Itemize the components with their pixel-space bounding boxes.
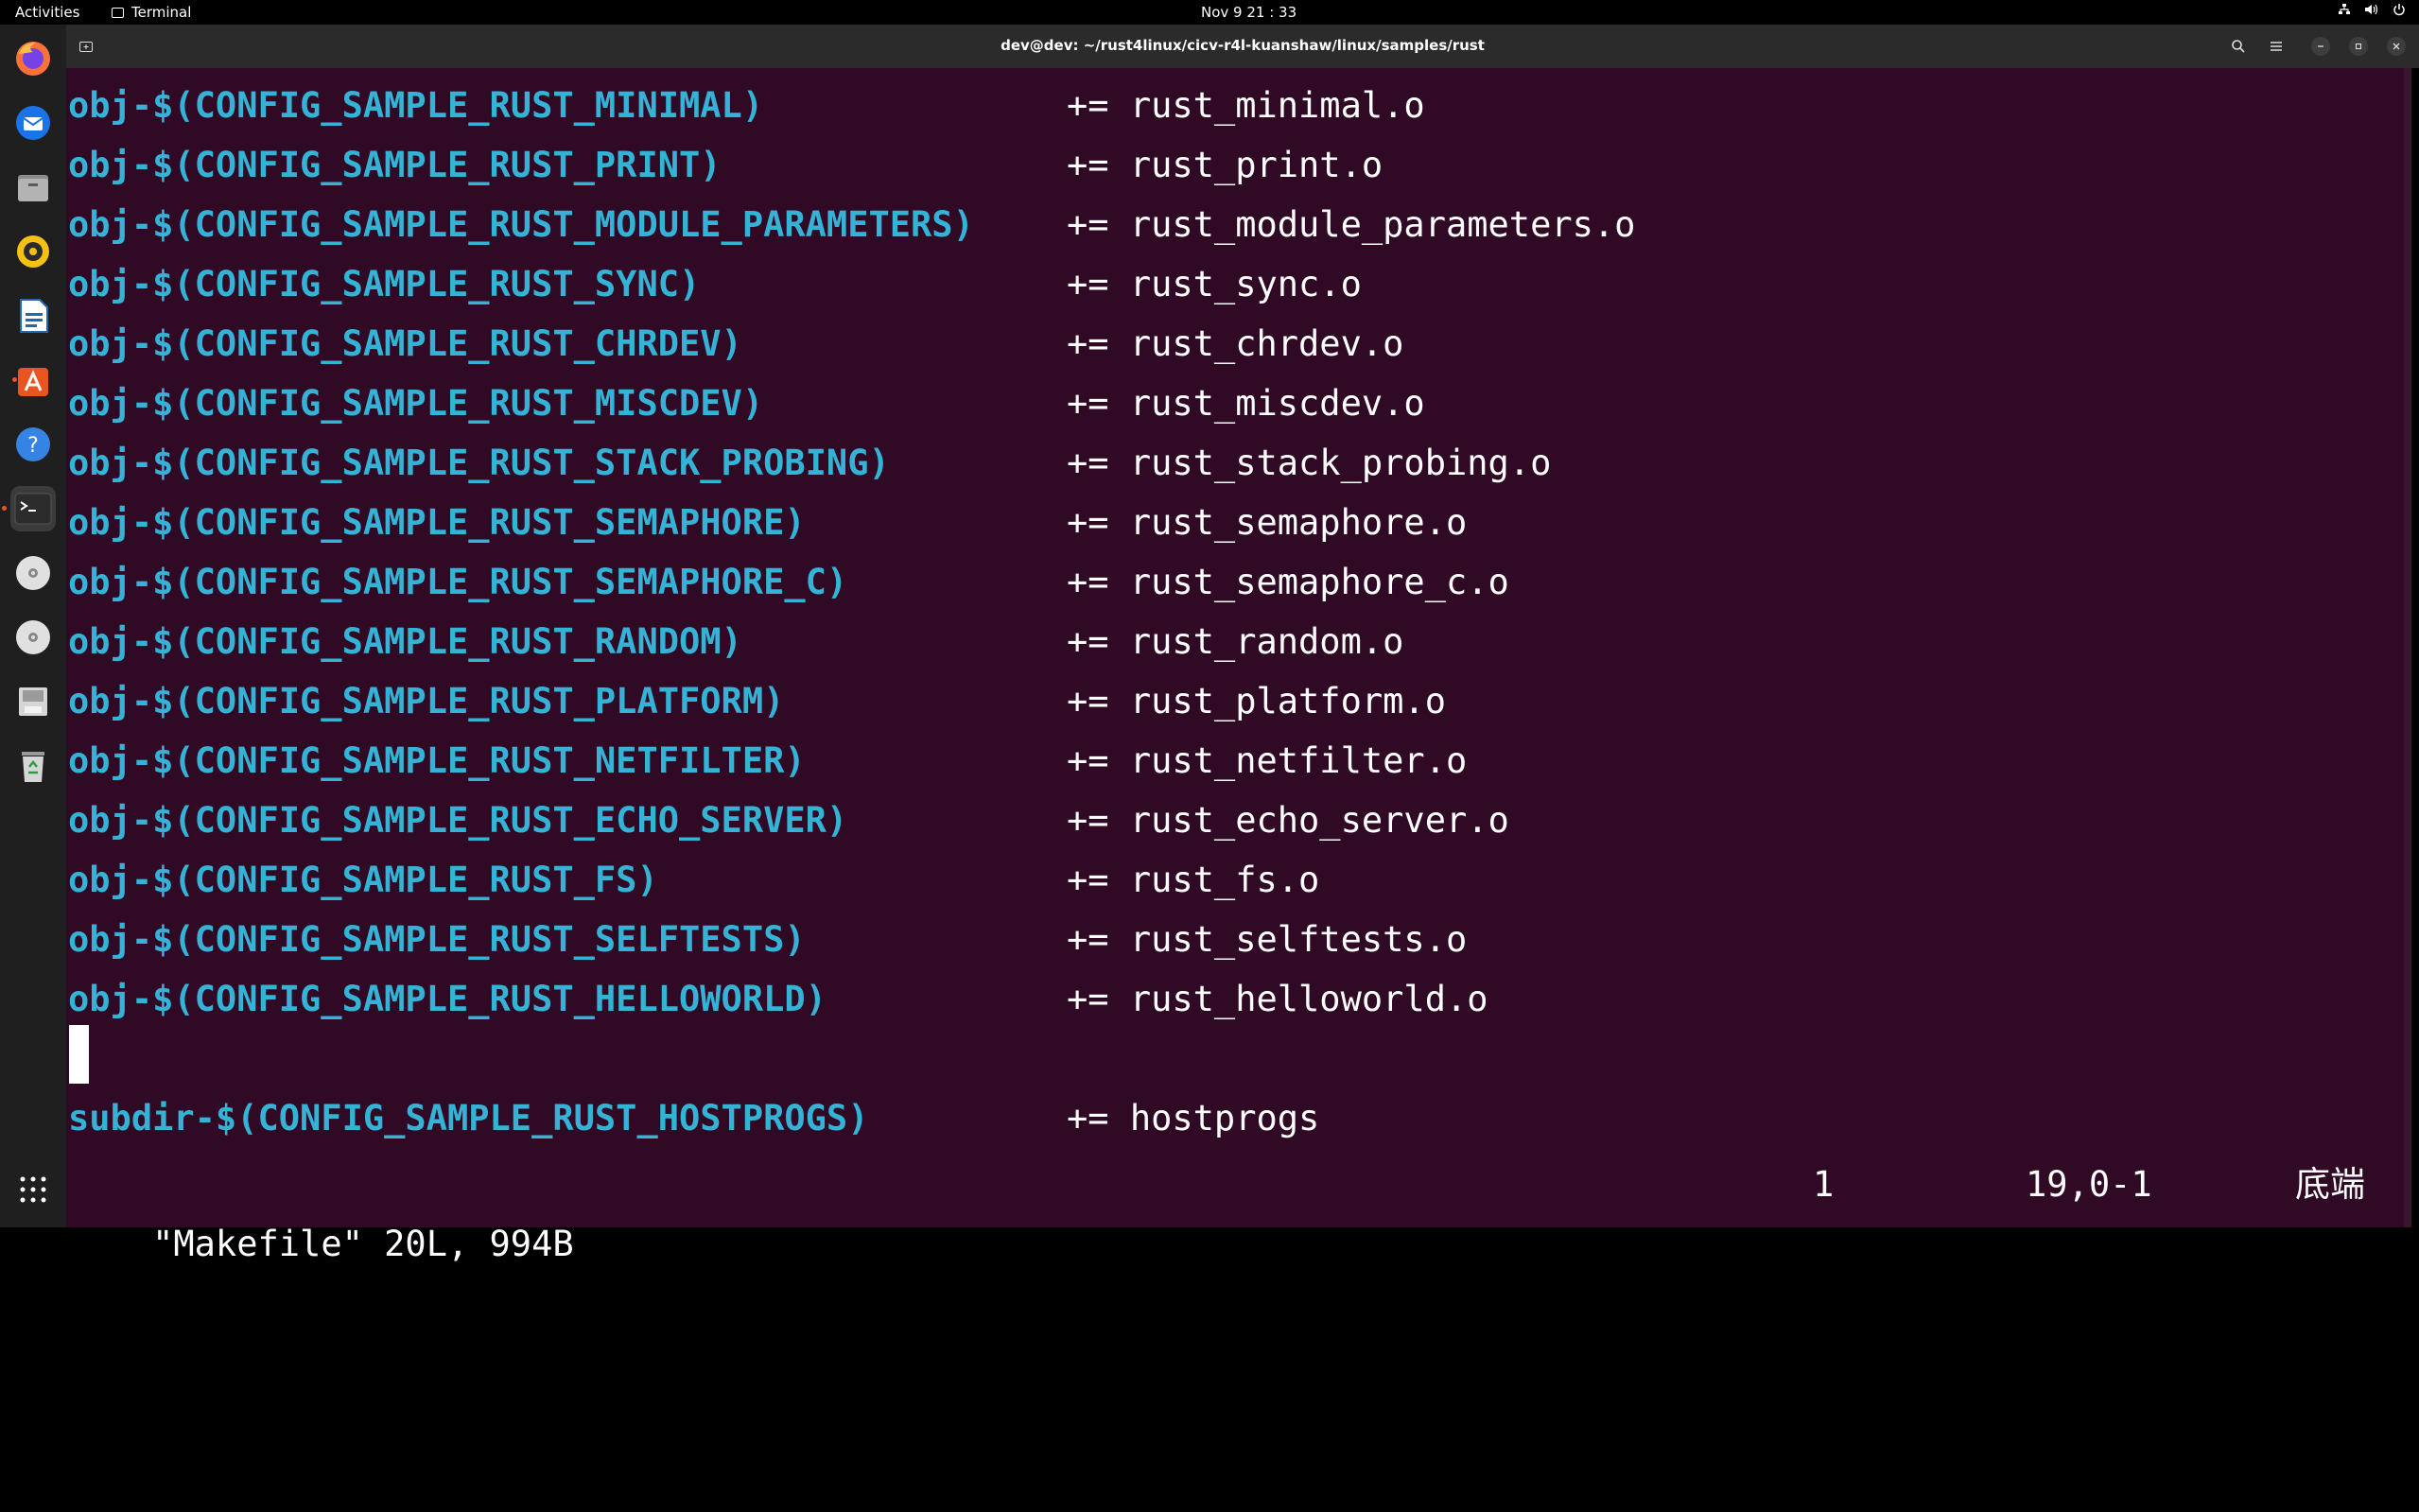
code-line: obj-$(CONFIG_SAMPLE_RUST_STACK_PROBING) +… <box>68 433 1551 493</box>
make-assignment: += rust_echo_server.o <box>1067 800 1509 841</box>
rhythmbox-icon[interactable] <box>10 229 56 274</box>
code-line: subdir-$(CONFIG_SAMPLE_RUST_HOSTPROGS) +=… <box>68 1088 1319 1148</box>
window-title: dev@dev: ~/rust4linux/cicv-r4l-kuanshaw/… <box>1001 37 1485 54</box>
close-button[interactable] <box>2387 37 2406 56</box>
svg-text:?: ? <box>27 434 39 458</box>
thunderbird-icon[interactable] <box>10 100 56 146</box>
make-variable: obj-$(CONFIG_SAMPLE_RUST_SYNC) <box>68 264 701 304</box>
files-icon[interactable] <box>10 165 56 210</box>
make-variable: obj-$(CONFIG_SAMPLE_RUST_FS) <box>68 860 658 900</box>
code-line: obj-$(CONFIG_SAMPLE_RUST_MINIMAL) += rust… <box>68 76 1425 135</box>
search-icon[interactable] <box>2224 33 2253 60</box>
code-line: obj-$(CONFIG_SAMPLE_RUST_PRINT) += rust_p… <box>68 135 1383 195</box>
running-indicator <box>12 377 17 382</box>
make-variable: obj-$(CONFIG_SAMPLE_RUST_STACK_PROBING) <box>68 443 890 483</box>
code-line: obj-$(CONFIG_SAMPLE_RUST_CHRDEV) += rust_… <box>68 314 1403 374</box>
trash-icon[interactable] <box>10 743 56 789</box>
make-assignment: += rust_selftests.o <box>1067 919 1468 960</box>
scrollbar[interactable] <box>2404 68 2411 1227</box>
make-variable: obj-$(CONFIG_SAMPLE_RUST_RANDOM) <box>68 621 742 662</box>
showcmd: 1 <box>1813 1164 1835 1205</box>
code-line: obj-$(CONFIG_SAMPLE_RUST_SELFTESTS) += ru… <box>68 910 1467 969</box>
window-titlebar[interactable]: dev@dev: ~/rust4linux/cicv-r4l-kuanshaw/… <box>66 25 2419 68</box>
make-assignment: += hostprogs <box>1067 1098 1320 1138</box>
file-info: "Makefile" 20L, 994B <box>152 1224 574 1264</box>
make-assignment: += rust_platform.o <box>1067 681 1446 721</box>
app-name: Terminal <box>131 4 192 21</box>
show-apps-icon[interactable] <box>10 1167 56 1212</box>
code-line: obj-$(CONFIG_SAMPLE_RUST_RANDOM) += rust_… <box>68 612 1403 671</box>
code-line: obj-$(CONFIG_SAMPLE_RUST_ECHO_SERVER) += … <box>68 791 1509 850</box>
make-variable: obj-$(CONFIG_SAMPLE_RUST_NETFILTER) <box>68 740 806 781</box>
scroll-percentage: 底端 <box>2295 1164 2365 1205</box>
make-variable: obj-$(CONFIG_SAMPLE_RUST_PRINT) <box>68 145 722 185</box>
make-assignment: += rust_print.o <box>1067 145 1384 185</box>
make-assignment: += rust_stack_probing.o <box>1067 443 1552 483</box>
terminal-content[interactable]: obj-$(CONFIG_SAMPLE_RUST_MINIMAL) += rust… <box>66 68 2411 1264</box>
make-assignment: += rust_sync.o <box>1067 264 1362 304</box>
make-assignment: += rust_module_parameters.o <box>1067 204 1636 245</box>
make-variable: subdir-$(CONFIG_SAMPLE_RUST_HOSTPROGS) <box>68 1098 869 1138</box>
make-assignment: += rust_helloworld.o <box>1067 979 1488 1019</box>
terminal-app-icon <box>112 7 124 18</box>
help-icon[interactable]: ? <box>10 422 56 467</box>
make-variable: obj-$(CONFIG_SAMPLE_RUST_MODULE_PARAMETE… <box>68 204 974 245</box>
power-icon <box>2393 3 2406 20</box>
make-variable: obj-$(CONFIG_SAMPLE_RUST_HELLOWORLD) <box>68 979 827 1019</box>
running-indicator <box>2 506 7 511</box>
hamburger-menu-icon[interactable] <box>2262 33 2290 60</box>
top-bar: Activities Terminal Nov 9 21 : 33 <box>0 0 2419 25</box>
maximize-button[interactable] <box>2349 37 2368 56</box>
code-line: obj-$(CONFIG_SAMPLE_RUST_HELLOWORLD) += r… <box>68 969 1488 1029</box>
make-assignment: += rust_random.o <box>1067 621 1404 662</box>
make-variable: obj-$(CONFIG_SAMPLE_RUST_SEMAPHORE) <box>68 502 806 543</box>
dock: ? <box>0 25 66 1227</box>
make-variable: obj-$(CONFIG_SAMPLE_RUST_PLATFORM) <box>68 681 785 721</box>
make-assignment: += rust_netfilter.o <box>1067 740 1468 781</box>
make-variable: obj-$(CONFIG_SAMPLE_RUST_SELFTESTS) <box>68 919 806 960</box>
cursor-position: 19,0-1 <box>2026 1164 2152 1205</box>
minimize-button[interactable] <box>2311 37 2330 56</box>
code-line: obj-$(CONFIG_SAMPLE_RUST_SYNC) += rust_sy… <box>68 254 1362 314</box>
system-tray[interactable] <box>2338 3 2406 20</box>
make-variable: obj-$(CONFIG_SAMPLE_RUST_MINIMAL) <box>68 85 764 126</box>
make-assignment: += rust_fs.o <box>1067 860 1320 900</box>
save-drive-icon[interactable] <box>10 679 56 724</box>
make-variable: obj-$(CONFIG_SAMPLE_RUST_MISCDEV) <box>68 383 764 424</box>
vim-status-line: "Makefile" 20L, 994B 1 19,0-1 底端 <box>68 1155 2408 1264</box>
disc-drive-icon[interactable] <box>10 615 56 660</box>
volume-icon <box>2364 3 2379 20</box>
make-variable: obj-$(CONFIG_SAMPLE_RUST_CHRDEV) <box>68 323 742 364</box>
make-assignment: += rust_minimal.o <box>1067 85 1425 126</box>
make-assignment: += rust_semaphore.o <box>1067 502 1468 543</box>
libreoffice-writer-icon[interactable] <box>10 293 56 339</box>
app-menu[interactable]: Terminal <box>112 4 191 21</box>
terminal-icon[interactable] <box>2 486 56 531</box>
code-line: obj-$(CONFIG_SAMPLE_RUST_NETFILTER) += ru… <box>68 731 1467 791</box>
code-line: obj-$(CONFIG_SAMPLE_RUST_SEMAPHORE_C) += … <box>68 552 1509 612</box>
app-center-icon[interactable] <box>10 357 56 403</box>
code-line: obj-$(CONFIG_SAMPLE_RUST_MISCDEV) += rust… <box>68 374 1425 433</box>
make-assignment: += rust_semaphore_c.o <box>1067 562 1509 602</box>
code-line: obj-$(CONFIG_SAMPLE_RUST_SEMAPHORE) += ru… <box>68 493 1467 552</box>
network-icon <box>2338 3 2351 20</box>
clock[interactable]: Nov 9 21 : 33 <box>1201 4 1297 21</box>
make-variable: obj-$(CONFIG_SAMPLE_RUST_ECHO_SERVER) <box>68 800 848 841</box>
disc-drive-icon[interactable] <box>10 550 56 596</box>
code-line: obj-$(CONFIG_SAMPLE_RUST_PLATFORM) += rus… <box>68 671 1446 731</box>
text-cursor <box>69 1025 89 1084</box>
code-line: obj-$(CONFIG_SAMPLE_RUST_FS) += rust_fs.o <box>68 850 1319 910</box>
make-variable: obj-$(CONFIG_SAMPLE_RUST_SEMAPHORE_C) <box>68 562 848 602</box>
make-assignment: += rust_miscdev.o <box>1067 383 1425 424</box>
firefox-icon[interactable] <box>10 36 56 81</box>
make-assignment: += rust_chrdev.o <box>1067 323 1404 364</box>
code-line: obj-$(CONFIG_SAMPLE_RUST_MODULE_PARAMETE… <box>68 195 1635 254</box>
activities-button[interactable]: Activities <box>15 4 79 21</box>
